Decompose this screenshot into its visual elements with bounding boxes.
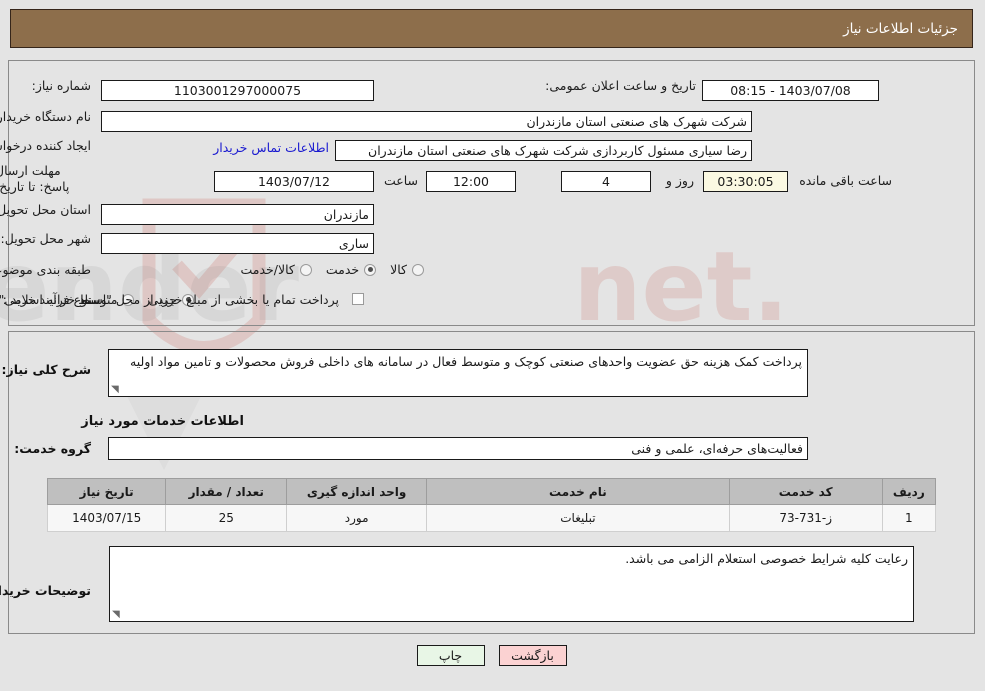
footer-button-bar: بازگشت چاپ [0,645,985,666]
announce-datetime-label: تاریخ و ساعت اعلان عمومی: [546,78,697,93]
window-title-bar: جزئیات اطلاعات نیاز [11,9,974,48]
td-need-date: 1403/07/15 [47,504,168,532]
resize-grip-icon-notes[interactable]: ◤ [113,609,123,620]
radio-classification-service-label: خدمت [326,262,361,277]
announce-datetime-label-row: تاریخ و ساعت اعلان عمومی: [546,78,697,93]
requester-label: ایجاد کننده درخواست: [0,138,92,153]
classification-label: طبقه بندی موضوعی: [0,262,92,277]
buyer-notes-value: رعایت کلیه شرایط خصوصی استعلام الزامی می… [626,551,909,566]
service-group-label: گروه خدمت: [15,441,92,456]
general-desc-value: پرداخت کمک هزینه حق عضویت واحدهای صنعتی … [131,354,803,369]
classification-radio-group[interactable]: کالا خدمت کالا/خدمت [227,262,425,277]
deadline-label: مهلت ارسال پاسخ: تا تاریخ: [0,163,71,194]
table-row: 1 ز-731-73 تبلیغات مورد 25 1403/07/15 [47,504,938,532]
page-title: جزئیات اطلاعات نیاز [844,20,959,37]
th-service-name: نام خدمت [427,478,731,505]
remaining-time-countdown: 03:30:05 [704,171,789,192]
back-button[interactable]: بازگشت [499,645,568,666]
deadline-hour-value: 12:00 [427,171,517,192]
deadline-label-row: مهلت ارسال پاسخ: تا تاریخ: [0,163,92,194]
city-label-row: شهر محل تحویل: [2,231,92,246]
deadline-hour-label: ساعت [384,173,419,188]
general-desc-label: شرح کلی نیاز: [2,362,92,377]
td-service-name: تبلیغات [427,504,731,532]
th-unit: واحد اندازه گیری [287,478,429,505]
services-table: ردیف کد خدمت نام خدمت واحد اندازه گیری ت… [47,478,938,532]
treasury-bond-checkbox[interactable] [353,293,365,305]
radio-classification-goods-service[interactable] [300,263,313,276]
city-value: ساری [102,233,375,254]
deadline-date: 1403/07/12 [215,171,375,192]
treasury-checkbox-row[interactable] [353,293,365,305]
remaining-time-label: ساعت باقی مانده [800,173,893,188]
buyer-org-label: نام دستگاه خریدار: [0,109,92,124]
radio-classification-goods-label: کالا [391,262,408,277]
requester-value: رضا سیاری مسئول کاربردازی شرکت شهرک های … [336,140,753,161]
buyer-notes-label-row: توضیحات خریدار: [0,583,92,598]
th-need-date: تاریخ نیاز [47,478,168,505]
general-desc-textarea[interactable]: پرداخت کمک هزینه حق عضویت واحدهای صنعتی … [109,349,809,397]
services-section-title: اطلاعات خدمات مورد نیاز [82,414,245,429]
classification-label-row: طبقه بندی موضوعی: [0,262,92,277]
treasury-note-row: پرداخت تمام یا بخشی از مبلغ خرید،از محل … [0,292,340,307]
th-quantity: تعداد / مقدار [166,478,289,505]
buyer-notes-label: توضیحات خریدار: [0,583,92,598]
buyer-org-value: شرکت شهرک های صنعتی استان مازندران [102,111,753,132]
treasury-note-text: پرداخت تمام یا بخشی از مبلغ خرید،از محل … [0,292,340,307]
buyer-contact-link[interactable]: اطلاعات تماس خریدار [214,140,330,155]
resize-grip-icon[interactable]: ◤ [112,384,122,395]
remaining-days-value: 4 [562,171,652,192]
province-label: استان محل تحویل: [0,202,92,217]
requester-label-row: ایجاد کننده درخواست: [0,138,92,153]
service-group-label-row: گروه خدمت: [15,441,92,456]
th-service-code: کد خدمت [729,478,884,505]
radio-classification-goods[interactable] [413,263,425,276]
city-label: شهر محل تحویل: [1,231,92,246]
contact-link-row[interactable]: اطلاعات تماس خریدار [214,140,330,155]
buyer-notes-textarea[interactable]: رعایت کلیه شرایط خصوصی استعلام الزامی می… [110,546,915,622]
remaining-days-label: روز و [666,173,695,188]
announce-datetime-value: 1403/07/08 - 08:15 [703,80,880,101]
table-header-row: ردیف کد خدمت نام خدمت واحد اندازه گیری ت… [47,478,938,505]
radio-classification-goods-service-label: کالا/خدمت [241,262,296,277]
td-quantity: 25 [166,504,289,532]
deadline-hour-label-row: ساعت [385,173,419,188]
td-row-no: 1 [882,504,938,532]
th-row-no: ردیف [882,478,938,505]
need-number-value: 1103001297000075 [102,80,375,101]
td-service-code: ز-731-73 [729,504,884,532]
need-number-label: شماره نیاز: [32,78,92,93]
province-value: مازندران [102,204,375,225]
province-label-row: استان محل تحویل: [0,202,92,217]
general-desc-label-row: شرح کلی نیاز: [3,362,92,377]
remaining-time-label-row: ساعت باقی مانده [800,173,893,188]
need-number-label-row: شماره نیاز: [33,78,92,93]
service-group-value: فعالیت‌های حرفه‌ای، علمی و فنی [109,437,809,460]
print-button[interactable]: چاپ [417,645,486,666]
remaining-days-label-row: روز و [667,173,695,188]
radio-classification-service[interactable] [365,263,378,276]
td-unit: مورد [287,504,429,532]
buyer-org-label-row: نام دستگاه خریدار: [0,109,92,124]
